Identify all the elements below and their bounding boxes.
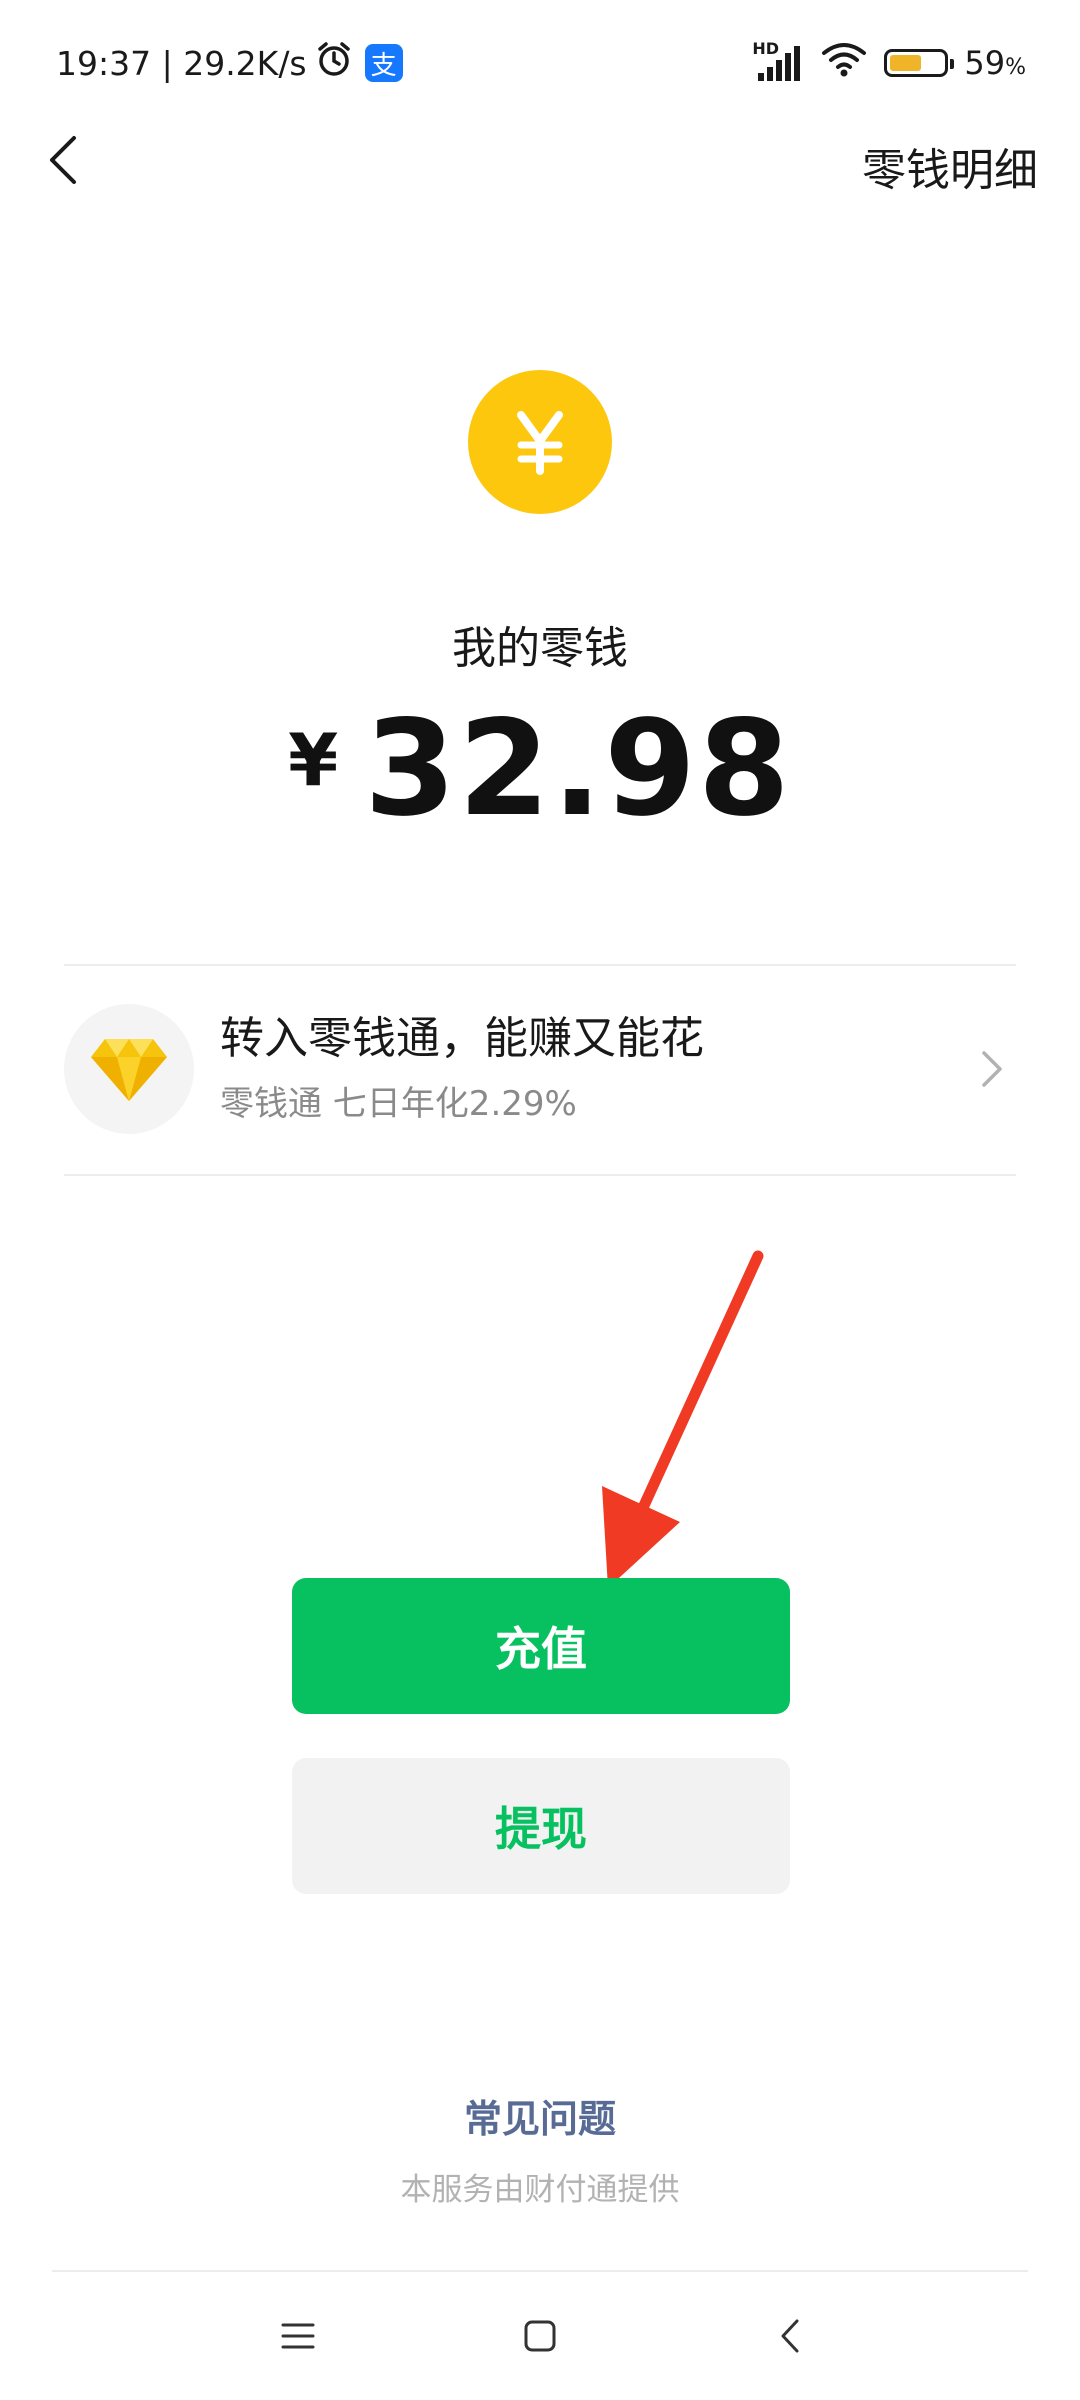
battery-icon — [884, 49, 955, 77]
promo-title: 转入零钱通，能赚又能花 — [220, 1013, 704, 1065]
bottom-divider — [52, 2270, 1028, 2272]
battery-percent: 59% — [964, 44, 1026, 82]
transaction-details-link[interactable]: 零钱明细 — [862, 134, 1038, 198]
divider-bottom — [64, 1174, 1016, 1176]
battery-value: 59 — [964, 44, 1006, 82]
back-triangle-icon — [778, 2318, 802, 2358]
balance-label: 我的零钱 — [452, 623, 628, 674]
yuan-coin-icon — [468, 370, 612, 514]
balance-amount: 32.98 — [364, 692, 792, 846]
promo-subtitle: 零钱通 七日年化2.29% — [220, 1083, 577, 1124]
nav-bar: 零钱明细 — [0, 120, 1080, 204]
alarm-icon — [315, 40, 353, 86]
balance-display: ¥ 32.98 — [0, 690, 1080, 848]
battery-fill — [890, 55, 922, 71]
alipay-icon: 支 — [364, 44, 403, 82]
wifi-icon — [820, 39, 868, 87]
battery-unit: % — [1005, 55, 1026, 80]
chevron-left-icon — [44, 134, 84, 190]
red-arrow-annotation — [580, 1240, 780, 1600]
back-button[interactable] — [34, 132, 94, 192]
home-button[interactable] — [510, 2308, 570, 2368]
faq-link[interactable]: 常见问题 — [0, 2088, 1080, 2143]
recharge-button[interactable]: 充值 — [292, 1578, 790, 1714]
provider-note: 本服务由财付通提供 — [400, 2172, 680, 2208]
status-bar: 19:37 | 29.2K/s 支 HD 59% — [0, 0, 1080, 130]
lingqiantong-promo[interactable]: 转入零钱通，能赚又能花 零钱通 七日年化2.29% — [64, 966, 1016, 1172]
chevron-right-icon — [972, 1039, 1012, 1099]
menu-icon — [280, 2321, 316, 2355]
withdraw-button[interactable]: 提现 — [292, 1758, 790, 1894]
signal-icon: HD — [752, 39, 804, 83]
currency-symbol: ¥ — [288, 718, 339, 802]
status-right: HD 59% — [752, 38, 1026, 88]
status-left: 19:37 | 29.2K/s 支 — [56, 38, 403, 88]
promo-text: 转入零钱通，能赚又能花 零钱通 七日年化2.29% — [220, 1013, 972, 1125]
home-square-icon — [523, 2319, 557, 2357]
status-time-speed: 19:37 | 29.2K/s — [56, 43, 307, 83]
diamond-icon — [64, 1004, 194, 1134]
system-back-button[interactable] — [760, 2308, 820, 2368]
system-nav-bar — [0, 2290, 1080, 2380]
menu-button[interactable] — [268, 2308, 328, 2368]
